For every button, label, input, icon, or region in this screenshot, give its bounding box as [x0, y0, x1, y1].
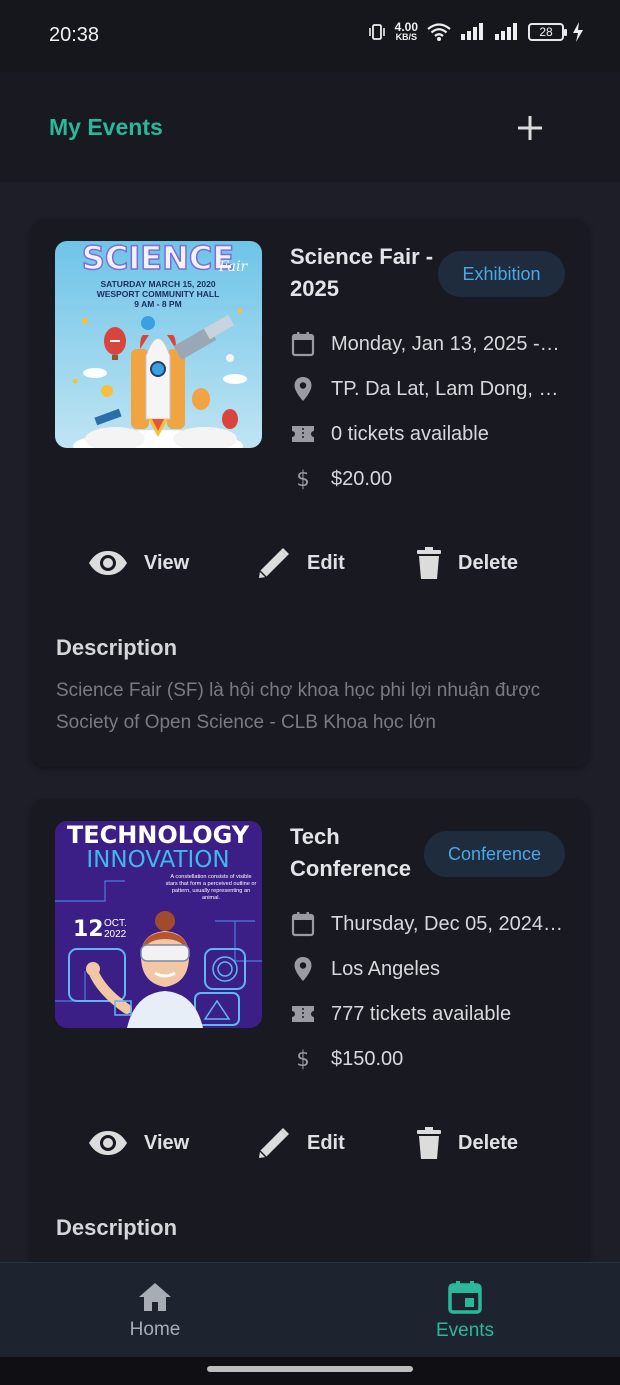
calendar-icon [448, 1280, 482, 1314]
svg-text:$: $ [296, 1047, 309, 1071]
delete-button[interactable]: Delete [416, 538, 518, 588]
app-bar: My Events [0, 72, 620, 182]
poster-subheadline: INNOVATION [86, 847, 229, 873]
nav-item-home[interactable]: Home [0, 1263, 310, 1358]
event-card: TECHNOLOGY INNOVATION A constellation co… [31, 799, 589, 1262]
event-price-row: $ $20.00 [290, 464, 563, 494]
delete-button[interactable]: Delete [416, 1118, 518, 1168]
event-actions: View Edit Delete [31, 538, 589, 588]
event-title[interactable]: Science Fair - 2025 [290, 241, 435, 305]
nav-item-events[interactable]: Events [310, 1263, 620, 1358]
event-tickets-row: 777 tickets available [290, 999, 563, 1029]
calendar-icon [290, 331, 316, 357]
event-date-row: Thursday, Dec 05, 2024 - 10:00 [290, 909, 563, 939]
delete-label: Delete [458, 551, 519, 574]
charging-icon [573, 22, 583, 42]
signal-icon [495, 23, 517, 40]
trash-icon [417, 547, 441, 579]
event-actions: View Edit Delete [31, 1118, 589, 1168]
status-icons: 4.00 KB/S 28 [367, 20, 584, 42]
nav-label-events: Events [435, 1319, 495, 1341]
poster-month: OCT. [104, 918, 127, 929]
event-location: Los Angeles [331, 957, 440, 980]
status-bar: 20:38 4.00 KB/S 28 [0, 0, 620, 72]
dollar-icon: $ [290, 466, 316, 492]
poster-headline-tag: Fair [218, 259, 249, 275]
poster-venue: WESPORT COMMUNITY HALL [97, 289, 220, 299]
poster-headline: TECHNOLOGY [67, 821, 250, 849]
plus-icon [518, 116, 542, 140]
event-location-row: TP. Da Lat, Lam Dong, Vietnam [290, 374, 563, 404]
event-tickets: 777 tickets available [331, 1002, 512, 1025]
eye-icon [89, 1131, 127, 1155]
dollar-icon: $ [290, 1046, 316, 1072]
poster-year: 2022 [104, 929, 127, 940]
poster-day: 12 [73, 917, 104, 942]
network-speed-unit: KB/S [395, 32, 418, 42]
event-card: SCIENCE Fair SATURDAY MARCH 15, 2020 WES… [31, 219, 589, 767]
gesture-navigation-area [0, 1357, 620, 1385]
view-label: View [144, 551, 190, 574]
view-button[interactable]: View [88, 1118, 189, 1168]
ticket-icon [290, 1001, 316, 1027]
pencil-icon [259, 1128, 289, 1158]
wifi-icon [427, 23, 451, 41]
page-title: My Events [49, 114, 163, 140]
edit-button[interactable]: Edit [257, 538, 345, 588]
event-title[interactable]: Tech Conference [290, 821, 422, 887]
delete-label: Delete [458, 1131, 519, 1154]
vibrate-icon [368, 24, 385, 40]
nav-label-home: Home [129, 1318, 181, 1340]
edit-button[interactable]: Edit [257, 1118, 345, 1168]
event-description: Science Fair (SF) là hội chợ khoa học ph… [56, 680, 541, 733]
description-heading: Description [56, 1215, 178, 1240]
add-event-button[interactable] [510, 108, 550, 148]
ticket-icon [290, 421, 316, 447]
event-list[interactable]: SCIENCE Fair SATURDAY MARCH 15, 2020 WES… [0, 182, 620, 1262]
trash-icon [417, 1127, 441, 1159]
pencil-icon [259, 548, 289, 578]
poster-headline: SCIENCE [82, 241, 234, 277]
gesture-handle[interactable] [207, 1366, 413, 1372]
event-date: Monday, Jan 13, 2025 - 09:00 [331, 332, 563, 355]
bottom-navigation: Home Events [0, 1262, 620, 1357]
edit-label: Edit [307, 1131, 345, 1154]
description-heading: Description [56, 635, 178, 660]
poster-hours: 9 AM - 8 PM [134, 299, 181, 309]
eye-icon [89, 551, 127, 575]
battery-icon: 28 [528, 23, 567, 41]
event-tickets: 0 tickets available [331, 422, 489, 445]
calendar-icon [290, 911, 316, 937]
poster-body: A constellation consists of visible star… [165, 874, 257, 901]
view-button[interactable]: View [88, 538, 189, 588]
event-category-badge: Conference [424, 831, 565, 877]
view-label: View [144, 1131, 190, 1154]
battery-level: 28 [539, 25, 553, 39]
event-price: $20.00 [331, 467, 393, 490]
network-speed-value: 4.00 [394, 20, 418, 34]
edit-label: Edit [307, 551, 345, 574]
event-category-badge: Exhibition [438, 251, 565, 297]
event-date: Thursday, Dec 05, 2024 - 10:00 [331, 912, 563, 935]
signal-icon [461, 23, 483, 40]
event-location: TP. Da Lat, Lam Dong, Vietnam [331, 377, 563, 400]
svg-text:$: $ [296, 467, 309, 491]
event-poster-image[interactable]: SCIENCE Fair SATURDAY MARCH 15, 2020 WES… [55, 241, 262, 448]
event-price-row: $ $150.00 [290, 1044, 563, 1074]
network-speed: 4.00 KB/S [394, 20, 418, 42]
event-tickets-row: 0 tickets available [290, 419, 563, 449]
status-time: 20:38 [49, 24, 100, 46]
event-poster-image[interactable]: TECHNOLOGY INNOVATION A constellation co… [55, 821, 262, 1028]
home-icon [139, 1282, 171, 1311]
location-pin-icon [290, 376, 316, 402]
event-date-row: Monday, Jan 13, 2025 - 09:00 [290, 329, 563, 359]
event-price: $150.00 [331, 1047, 404, 1070]
location-pin-icon [290, 956, 316, 982]
event-location-row: Los Angeles [290, 954, 563, 984]
poster-date: SATURDAY MARCH 15, 2020 [100, 279, 215, 289]
